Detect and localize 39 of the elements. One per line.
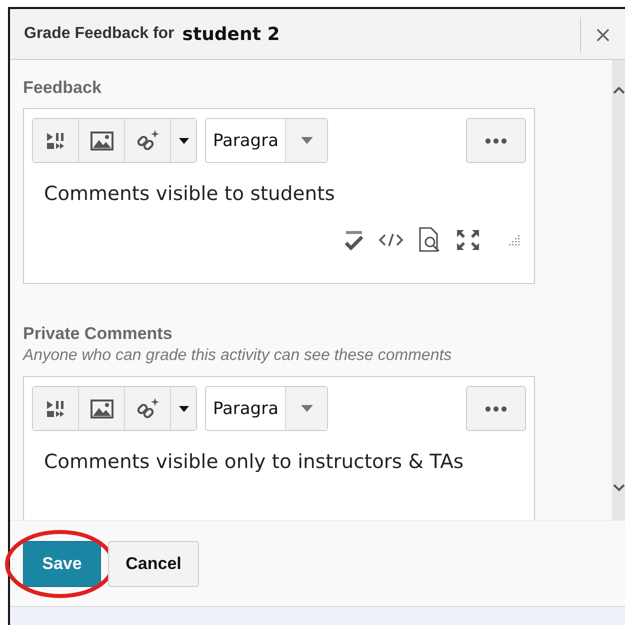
format-select[interactable]: Paragra [205,386,328,431]
ellipsis-icon [485,138,507,144]
more-button[interactable] [466,118,526,163]
save-button[interactable]: Save [23,540,101,586]
editor-field[interactable]: Paragra Comments visible only to instructors & TAs [23,376,535,520]
caret-icon [300,405,312,412]
media-button[interactable] [33,119,79,162]
section-label: Private Comments [23,324,174,344]
scrollbar[interactable] [612,60,625,520]
link-icon [136,128,160,152]
spell-check-icon [344,229,364,251]
dialog-title: Grade Feedback for [24,25,174,43]
section-label: Feedback [23,78,102,98]
section-note: Anyone who can grade this activity can see these comments [23,346,453,366]
source-code-button[interactable] [378,233,404,247]
fullscreen-button[interactable] [456,229,480,251]
caret-icon [178,406,188,412]
media-button[interactable] [33,387,79,430]
editor-text: Comments visible only to instructors & TAs [43,449,465,473]
image-icon [90,398,114,418]
ellipsis-icon [485,406,507,412]
format-select[interactable]: Paragra [205,118,328,163]
image-icon [90,130,114,150]
link-icon [136,396,160,420]
resize-grip-icon [508,234,520,246]
editor-field[interactable]: Paragra Comments visible to students [23,108,535,284]
caret-icon [178,138,188,144]
caret-icon [300,137,312,144]
spell-check-button[interactable] [344,229,364,251]
student-name: student 2 [182,24,280,44]
preview-button[interactable] [418,227,442,253]
cancel-button[interactable]: Cancel [108,540,199,586]
document-search-icon [418,227,442,253]
play-pause-icon [44,398,66,418]
play-pause-icon [44,130,66,150]
editor-text: Comments visible to students [43,181,336,205]
expand-icon [456,229,480,251]
more-button[interactable] [466,386,526,431]
code-icon [378,233,404,247]
